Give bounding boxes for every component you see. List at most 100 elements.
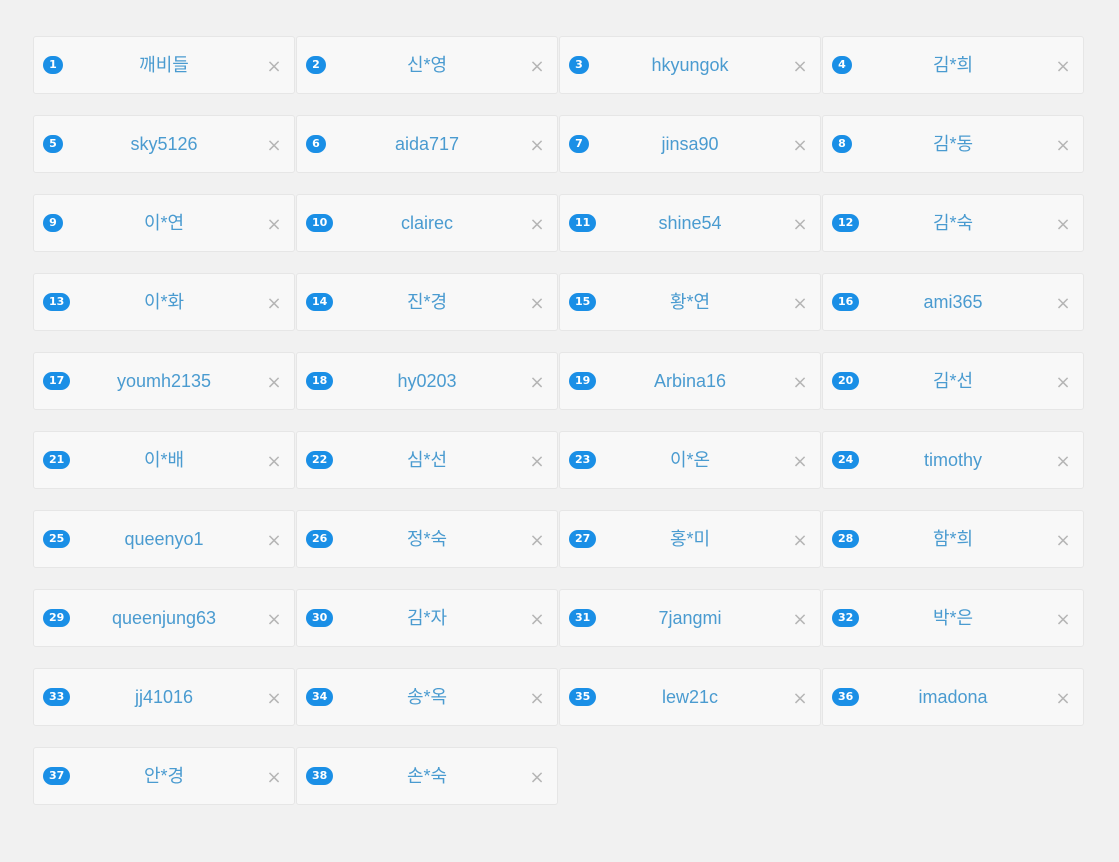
- participant-name: 김*동: [932, 134, 974, 154]
- close-icon[interactable]: ×: [527, 610, 547, 630]
- participant-name: 심*선: [406, 450, 448, 470]
- close-icon[interactable]: ×: [264, 57, 284, 77]
- close-icon[interactable]: ×: [264, 452, 284, 472]
- close-icon[interactable]: ×: [790, 215, 810, 235]
- participant-name: 함*희: [932, 529, 974, 549]
- close-icon[interactable]: ×: [790, 531, 810, 551]
- participant-card: 32 박*은 ×: [822, 589, 1084, 647]
- close-icon[interactable]: ×: [527, 373, 547, 393]
- close-icon[interactable]: ×: [790, 136, 810, 156]
- close-icon[interactable]: ×: [527, 531, 547, 551]
- close-icon[interactable]: ×: [1053, 452, 1073, 472]
- number-badge: 34: [306, 688, 334, 706]
- participant-card: 23 이*온 ×: [559, 431, 821, 489]
- close-icon[interactable]: ×: [264, 373, 284, 393]
- number-badge: 36: [832, 688, 860, 706]
- participant-card: 17 youmh2135 ×: [33, 352, 295, 410]
- number-badge: 4: [832, 56, 852, 74]
- close-icon[interactable]: ×: [1053, 531, 1073, 551]
- number-badge: 32: [832, 609, 860, 627]
- participant-name: 이*연: [143, 213, 185, 233]
- participant-name: 신*영: [406, 55, 448, 75]
- number-badge: 21: [43, 451, 71, 469]
- participant-name: 이*화: [143, 292, 185, 312]
- number-badge: 22: [306, 451, 334, 469]
- close-icon[interactable]: ×: [527, 57, 547, 77]
- close-icon[interactable]: ×: [264, 610, 284, 630]
- participant-card: 35 lew21c ×: [559, 668, 821, 726]
- participant-name: 송*옥: [406, 687, 448, 707]
- participant-name: lew21c: [661, 687, 719, 707]
- close-icon[interactable]: ×: [1053, 294, 1073, 314]
- close-icon[interactable]: ×: [527, 768, 547, 788]
- participant-card: 12 김*숙 ×: [822, 194, 1084, 252]
- number-badge: 5: [43, 135, 63, 153]
- participant-card: 28 함*희 ×: [822, 510, 1084, 568]
- participant-card: 6 aida717 ×: [296, 115, 558, 173]
- close-icon[interactable]: ×: [790, 452, 810, 472]
- participant-name: shine54: [658, 213, 722, 233]
- number-badge: 12: [832, 214, 860, 232]
- close-icon[interactable]: ×: [790, 294, 810, 314]
- participant-name: hy0203: [397, 371, 457, 391]
- participant-name: 이*온: [669, 450, 711, 470]
- close-icon[interactable]: ×: [790, 610, 810, 630]
- participant-name: 이*배: [143, 450, 185, 470]
- number-badge: 13: [43, 293, 71, 311]
- participant-name: 정*숙: [406, 529, 448, 549]
- participant-name: 박*은: [932, 608, 974, 628]
- close-icon[interactable]: ×: [264, 531, 284, 551]
- participant-card: 7 jinsa90 ×: [559, 115, 821, 173]
- participant-card: 19 Arbina16 ×: [559, 352, 821, 410]
- number-badge: 26: [306, 530, 334, 548]
- participant-card: 8 김*동 ×: [822, 115, 1084, 173]
- number-badge: 33: [43, 688, 71, 706]
- number-badge: 7: [569, 135, 589, 153]
- close-icon[interactable]: ×: [264, 294, 284, 314]
- close-icon[interactable]: ×: [527, 689, 547, 709]
- close-icon[interactable]: ×: [1053, 215, 1073, 235]
- number-badge: 9: [43, 214, 63, 232]
- participant-card: 38 손*숙 ×: [296, 747, 558, 805]
- number-badge: 17: [43, 372, 71, 390]
- number-badge: 30: [306, 609, 334, 627]
- participant-card: 2 신*영 ×: [296, 36, 558, 94]
- close-icon[interactable]: ×: [1053, 373, 1073, 393]
- number-badge: 31: [569, 609, 597, 627]
- participant-name: 홍*미: [669, 529, 711, 549]
- participant-name: 손*숙: [406, 766, 448, 786]
- participant-name: timothy: [923, 450, 983, 470]
- close-icon[interactable]: ×: [527, 452, 547, 472]
- participant-card: 33 jj41016 ×: [33, 668, 295, 726]
- close-icon[interactable]: ×: [527, 136, 547, 156]
- number-badge: 6: [306, 135, 326, 153]
- participant-name: 김*숙: [932, 213, 974, 233]
- close-icon[interactable]: ×: [1053, 689, 1073, 709]
- close-icon[interactable]: ×: [1053, 136, 1073, 156]
- number-badge: 19: [569, 372, 597, 390]
- participant-card: 31 7jangmi ×: [559, 589, 821, 647]
- participant-name: sky5126: [130, 134, 198, 154]
- close-icon[interactable]: ×: [790, 373, 810, 393]
- participant-name: 진*경: [406, 292, 448, 312]
- participant-card: 36 imadona ×: [822, 668, 1084, 726]
- close-icon[interactable]: ×: [264, 768, 284, 788]
- close-icon[interactable]: ×: [1053, 57, 1073, 77]
- close-icon[interactable]: ×: [264, 136, 284, 156]
- participant-card: 25 queenyo1 ×: [33, 510, 295, 568]
- close-icon[interactable]: ×: [1053, 610, 1073, 630]
- participant-name: 김*자: [406, 608, 448, 628]
- close-icon[interactable]: ×: [264, 215, 284, 235]
- participant-card: 34 송*옥 ×: [296, 668, 558, 726]
- participant-card: 18 hy0203 ×: [296, 352, 558, 410]
- close-icon[interactable]: ×: [790, 689, 810, 709]
- number-badge: 29: [43, 609, 71, 627]
- participant-card: 10 clairec ×: [296, 194, 558, 252]
- close-icon[interactable]: ×: [527, 294, 547, 314]
- close-icon[interactable]: ×: [527, 215, 547, 235]
- number-badge: 11: [569, 214, 597, 232]
- close-icon[interactable]: ×: [790, 57, 810, 77]
- number-badge: 24: [832, 451, 860, 469]
- close-icon[interactable]: ×: [264, 689, 284, 709]
- number-badge: 23: [569, 451, 597, 469]
